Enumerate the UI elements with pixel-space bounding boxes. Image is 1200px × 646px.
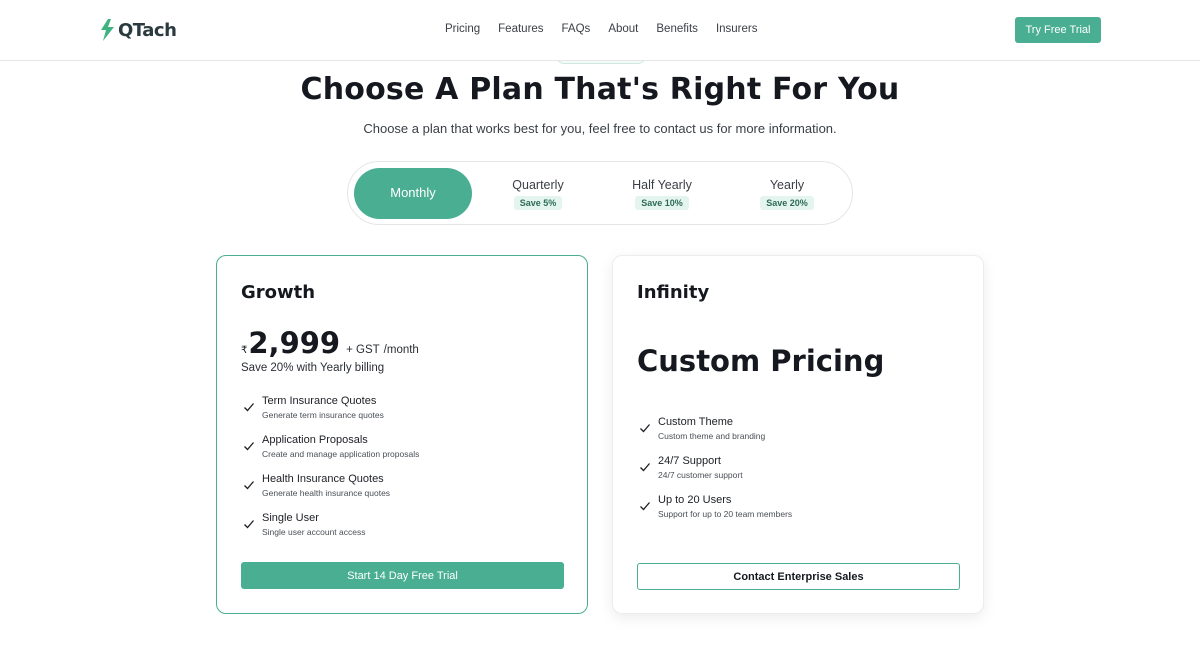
start-free-trial-button[interactable]: Start 14 Day Free Trial [241,562,564,589]
page-subtitle: Choose a plan that works best for you, f… [363,121,837,136]
feature-description: Single user account access [262,527,366,537]
feature-item: Single User Single user account access [241,512,419,551]
feature-description: Generate term insurance quotes [262,410,384,420]
nav-link-features[interactable]: Features [498,23,543,35]
billing-option-label: Monthly [390,185,436,200]
nav-link-faqs[interactable]: FAQs [562,23,591,35]
currency-symbol: ₹ [241,345,248,356]
price-amount: 2,999 [248,326,341,360]
plan-card-growth: Growth ₹ 2,999 + GST /month Save 20% wit… [216,255,588,614]
billing-period-toggle: Monthly Quarterly Save 5% Half Yearly Sa… [347,161,853,225]
feature-title: Up to 20 Users [658,494,732,506]
logo-text: QTach [118,19,177,41]
feature-description: Support for up to 20 team members [658,509,793,519]
feature-description: Create and manage application proposals [262,449,420,459]
plan-name: Infinity [637,282,710,303]
try-free-trial-button[interactable]: Try Free Trial [1015,17,1101,43]
billing-option-label: Quarterly [512,178,564,192]
feature-list: Term Insurance Quotes Generate term insu… [241,395,419,551]
billing-option-monthly[interactable]: Monthly [354,168,472,219]
check-icon [244,442,254,451]
check-icon [244,481,254,490]
logo-bolt-icon [101,19,114,41]
feature-title: 24/7 Support [658,455,721,467]
feature-item: Application Proposals Create and manage … [241,434,419,473]
contact-enterprise-sales-button[interactable]: Contact Enterprise Sales [637,563,960,590]
gst-label: + GST [346,344,380,356]
feature-item: Term Insurance Quotes Generate term insu… [241,395,419,434]
nav-link-about[interactable]: About [608,23,638,35]
check-icon [640,424,650,433]
check-icon [640,463,650,472]
feature-title: Custom Theme [658,416,733,428]
check-icon [640,502,650,511]
plan-name: Growth [241,282,316,303]
nav-link-insurers[interactable]: Insurers [716,23,758,35]
feature-item: 24/7 Support 24/7 customer support [637,455,792,494]
save-badge: Save 20% [760,196,814,210]
yearly-savings-note: Save 20% with Yearly billing [241,362,385,374]
billing-option-half-yearly[interactable]: Half Yearly Save 10% [603,168,721,219]
site-header: QTach Pricing Features FAQs About Benefi… [0,0,1200,61]
feature-title: Term Insurance Quotes [262,395,377,407]
feature-description: Generate health insurance quotes [262,488,391,498]
feature-item: Health Insurance Quotes Generate health … [241,473,419,512]
billing-option-label: Yearly [769,178,805,192]
nav-link-benefits[interactable]: Benefits [656,23,698,35]
billing-option-label: Half Yearly [632,178,692,192]
save-badge: Save 10% [635,196,689,210]
billing-option-yearly[interactable]: Yearly Save 20% [728,168,846,219]
billing-period-label: /month [383,344,419,356]
billing-option-quarterly[interactable]: Quarterly Save 5% [479,168,597,219]
custom-pricing-label: Custom Pricing [637,344,885,378]
feature-title: Health Insurance Quotes [262,473,384,485]
feature-description: 24/7 customer support [658,470,743,480]
plan-card-infinity: Infinity Custom Pricing Custom Theme Cus… [612,255,984,614]
save-badge: Save 5% [513,196,563,210]
feature-item: Custom Theme Custom theme and branding [637,416,792,455]
page-title: Choose A Plan That's Right For You [300,72,900,107]
main-nav: Pricing Features FAQs About Benefits Ins… [445,23,775,35]
check-icon [244,520,254,529]
feature-title: Single User [262,512,319,524]
check-icon [244,403,254,412]
feature-list: Custom Theme Custom theme and branding 2… [637,416,792,533]
price-row: ₹ 2,999 + GST /month [241,326,419,360]
feature-description: Custom theme and branding [658,431,766,441]
feature-item: Up to 20 Users Support for up to 20 team… [637,494,792,533]
feature-title: Application Proposals [262,434,368,446]
nav-link-pricing[interactable]: Pricing [445,23,480,35]
logo[interactable]: QTach [99,18,177,42]
